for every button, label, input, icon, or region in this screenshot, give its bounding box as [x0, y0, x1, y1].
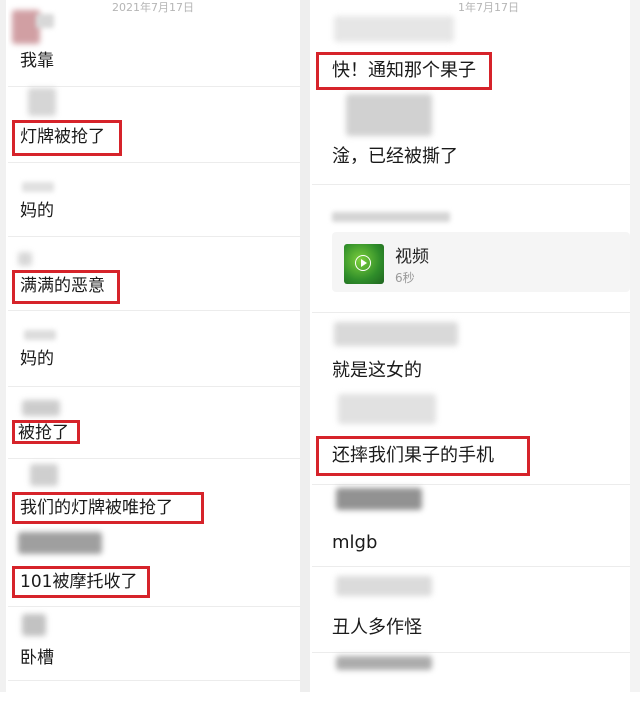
blurred-name [36, 14, 54, 28]
message-separator [8, 162, 300, 163]
message-text: 我靠 [20, 51, 54, 71]
message-text: 满满的恶意 [20, 276, 105, 296]
message-separator [8, 86, 300, 87]
blurred-name [332, 212, 450, 222]
message-separator [312, 484, 630, 485]
blurred-avatar [338, 394, 436, 424]
blurred-name [22, 182, 54, 192]
message-text: 快！通知那个果子 [332, 60, 476, 81]
message-separator [8, 386, 300, 387]
right-edge [630, 0, 640, 692]
message-text: 就是这女的 [332, 360, 422, 381]
message-separator [8, 458, 300, 459]
message-text: 妈的 [20, 201, 54, 221]
blurred-avatar [334, 16, 454, 42]
message-separator [8, 236, 300, 237]
message-text: mlgb [332, 532, 378, 553]
video-message[interactable]: 视频 6秒 [332, 232, 630, 292]
blurred-avatar [22, 400, 60, 416]
message-separator [8, 606, 300, 607]
message-text: 卧槽 [20, 648, 54, 668]
message-text: 淦，已经被撕了 [332, 146, 458, 167]
message-separator [312, 652, 630, 653]
blurred-avatar [22, 614, 46, 636]
blurred-avatar [346, 94, 432, 136]
video-duration: 6秒 [395, 271, 415, 285]
message-separator [8, 310, 300, 311]
blurred-avatar [334, 322, 458, 346]
left-edge [0, 0, 6, 692]
panel-divider [300, 0, 310, 692]
message-text: 灯牌被抢了 [20, 127, 105, 147]
blurred-avatar [336, 656, 432, 670]
left-chat-screenshot: 2021年7月17日 我靠 灯牌被抢了 妈的 满满的恶意 妈的 被抢了 我们的灯… [8, 0, 300, 692]
blurred-avatar [30, 464, 58, 486]
message-separator [8, 680, 300, 681]
message-text: 101被摩托收了 [20, 572, 138, 592]
blurred-avatar [336, 576, 432, 596]
message-separator [312, 312, 630, 313]
message-text: 被抢了 [18, 423, 69, 443]
chat-date: 2021年7月17日 [112, 1, 194, 14]
message-separator [312, 184, 630, 185]
message-text: 还摔我们果子的手机 [332, 445, 494, 466]
message-text: 妈的 [20, 349, 54, 369]
blurred-avatar [18, 252, 32, 266]
video-thumbnail[interactable] [344, 244, 384, 284]
blurred-avatar [28, 88, 56, 116]
blurred-name [24, 330, 56, 340]
blurred-avatar [18, 532, 102, 554]
right-chat-screenshot: 1年7月17日 快！通知那个果子 淦，已经被撕了 视频 6秒 就是这女的 还摔我… [312, 0, 630, 692]
chat-date: 1年7月17日 [458, 1, 519, 14]
play-triangle-icon [361, 259, 367, 267]
message-text: 丑人多作怪 [332, 617, 422, 638]
video-label: 视频 [395, 247, 429, 267]
blurred-avatar [336, 488, 422, 510]
message-text: 我们的灯牌被唯抢了 [20, 498, 173, 518]
message-separator [312, 566, 630, 567]
